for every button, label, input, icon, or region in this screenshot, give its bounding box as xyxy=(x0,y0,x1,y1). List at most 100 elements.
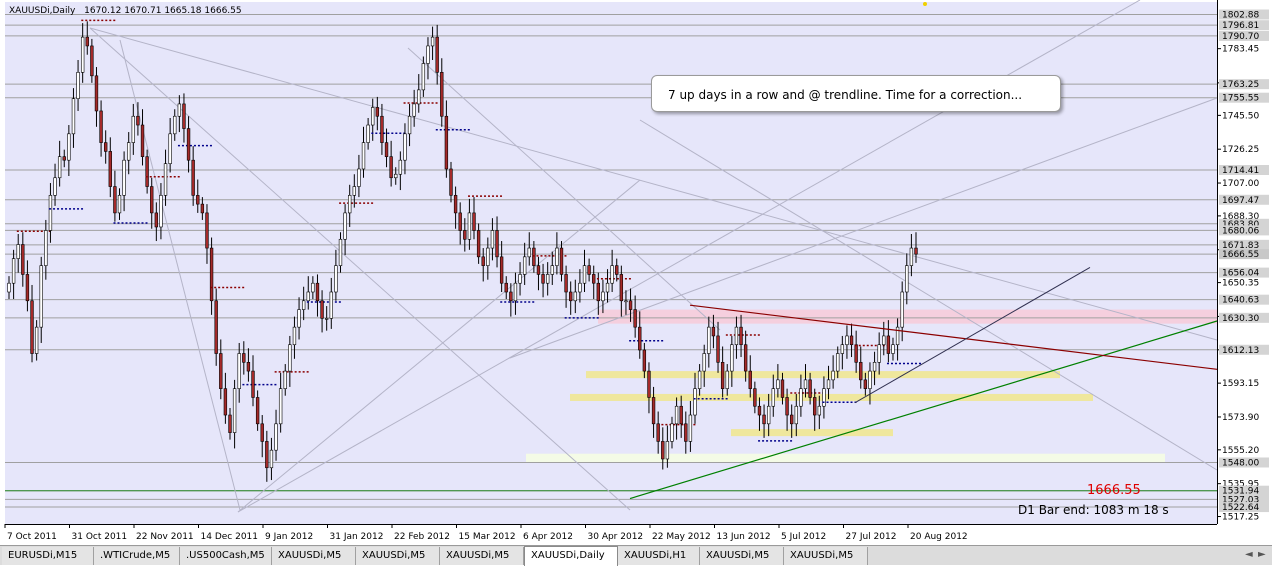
candle-body xyxy=(739,326,743,346)
candle-body xyxy=(25,274,30,302)
candle-body xyxy=(559,247,564,275)
candle-body xyxy=(845,335,849,346)
tab-xauusdi-m5[interactable]: XAUUSDi,M5 xyxy=(272,547,356,565)
candle-body xyxy=(228,414,232,433)
candle-body xyxy=(545,274,550,284)
candle-body xyxy=(80,36,85,73)
candle-body xyxy=(536,265,541,275)
tab-xauusdi-daily[interactable]: XAUUSDi,Daily xyxy=(524,546,618,566)
candle-body xyxy=(463,230,467,240)
price-level-label: 1755.55 xyxy=(1222,94,1259,104)
candle-body xyxy=(615,265,619,275)
time-tick-label: 5 Jul 2012 xyxy=(781,532,826,542)
price-level-label: 1790.70 xyxy=(1222,32,1259,42)
candle-body xyxy=(794,405,798,425)
candle-body xyxy=(527,247,531,258)
candle-body xyxy=(131,115,135,143)
candle-body xyxy=(573,291,577,302)
candle-body xyxy=(191,159,195,196)
tab-xauusdi-m5[interactable]: XAUUSDi,M5 xyxy=(700,547,784,565)
candle-body xyxy=(472,212,476,231)
candle-body xyxy=(771,388,775,407)
candle-body xyxy=(647,370,651,398)
candle-body xyxy=(251,370,255,398)
candle-body xyxy=(412,103,416,117)
candle-body xyxy=(301,300,306,310)
price-level-label: 1763.25 xyxy=(1222,80,1259,90)
candle-body xyxy=(384,142,389,157)
candle-body xyxy=(196,195,200,205)
candle-body xyxy=(242,353,246,363)
candle-body xyxy=(651,397,656,425)
tab-eurusdi-m15[interactable]: EURUSDi,M15 xyxy=(2,547,94,565)
price-level-label: 1697.47 xyxy=(1222,196,1259,206)
tab-scroll-right-icon[interactable]: ► xyxy=(1258,549,1266,560)
candle-body xyxy=(449,168,453,196)
time-axis[interactable]: 7 Oct 2011 31 Oct 2011 22 Nov 2011 14 Dec 2… xyxy=(0,524,1272,545)
candle-body xyxy=(790,414,794,425)
candle-body xyxy=(145,156,149,187)
candle-body xyxy=(108,151,112,187)
tab-xauusdi-m5[interactable]: XAUUSDi,M5 xyxy=(440,547,524,565)
candle-body xyxy=(186,128,191,161)
candle-body xyxy=(592,274,596,284)
candle-body xyxy=(711,326,716,337)
candle-body xyxy=(292,326,297,346)
candle-body xyxy=(21,244,25,275)
candle-body xyxy=(237,353,241,389)
candle-body xyxy=(214,300,218,354)
candle-body xyxy=(150,186,154,214)
price-axis[interactable]: 1783.451764.001745.501726.251707.001688.… xyxy=(1217,0,1272,528)
candle-body xyxy=(725,370,729,389)
candle-body xyxy=(357,168,361,187)
time-tick-label: 15 Mar 2012 xyxy=(459,532,516,542)
candle-body xyxy=(499,256,504,284)
candle-body xyxy=(389,156,393,179)
candle-body xyxy=(7,282,11,293)
candle-body xyxy=(315,282,320,302)
candle-body xyxy=(417,89,421,105)
candle-body xyxy=(136,115,140,126)
ohlc-values: 1670.12 1670.71 1665.18 1666.55 xyxy=(84,6,241,16)
tab-xauusdi-h1[interactable]: XAUUSDi,H1 xyxy=(618,547,700,565)
candle-body xyxy=(886,335,891,354)
candle-body xyxy=(868,370,872,389)
candle-body xyxy=(670,423,674,442)
tab-scroll-left-icon[interactable]: ◄ xyxy=(1245,549,1253,560)
tab-xauusdi-m5[interactable]: XAUUSDi,M5 xyxy=(356,547,440,565)
tab--us500cash-m5[interactable]: .US500Cash,M5 xyxy=(180,547,272,565)
candle-body xyxy=(48,195,53,231)
candle-body xyxy=(693,388,697,416)
symbol-label: XAUUSDi,Daily xyxy=(9,6,76,16)
candle-body xyxy=(882,335,886,346)
candle-body xyxy=(854,344,858,363)
candle-body xyxy=(697,370,702,389)
candle-body xyxy=(863,379,868,389)
tab-xauusdi-m5[interactable]: XAUUSDi,M5 xyxy=(784,547,868,565)
candle-body xyxy=(656,423,660,442)
candle-body xyxy=(624,300,628,303)
candle-body xyxy=(265,441,269,469)
candle-body xyxy=(62,156,66,161)
tab--wticrude-m5[interactable]: .WTICrude,M5 xyxy=(94,547,180,565)
zone-support xyxy=(526,453,1165,463)
price-chart[interactable]: 1783.451764.001745.501726.251707.001688.… xyxy=(0,0,1272,545)
candle-body xyxy=(343,212,347,240)
candle-body xyxy=(642,349,647,372)
candle-body xyxy=(366,124,370,143)
candle-body xyxy=(596,282,601,302)
candle-body xyxy=(182,103,186,129)
candle-body xyxy=(269,449,274,469)
candle-body xyxy=(817,405,821,416)
price-level-label: 1802.88 xyxy=(1222,11,1259,21)
candle-body xyxy=(486,247,490,266)
price-level-label: 1522.64 xyxy=(1222,503,1259,513)
candle-body xyxy=(513,282,518,302)
annotation-text: 7 up days in a row and @ trendline. Time… xyxy=(668,88,1023,102)
time-tick-label: 31 Jan 2012 xyxy=(330,532,384,542)
candle-body xyxy=(177,103,182,117)
candle-body xyxy=(274,423,278,451)
annotation-callout[interactable]: 7 up days in a row and @ trendline. Time… xyxy=(651,75,1061,112)
candle-body xyxy=(421,63,426,91)
price-level-label: 1680.06 xyxy=(1222,226,1259,236)
